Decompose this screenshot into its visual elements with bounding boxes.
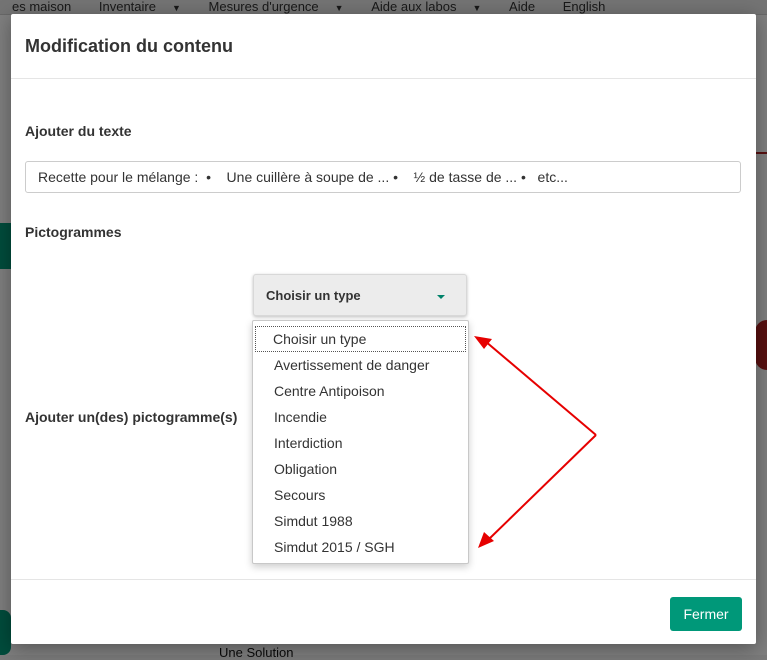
dropdown-option-secours[interactable]: Secours bbox=[255, 482, 466, 508]
pictogram-type-select[interactable]: Choisir un type bbox=[253, 274, 467, 316]
dropdown-option-simdut-2015[interactable]: Simdut 2015 / SGH bbox=[255, 534, 466, 560]
pictogram-type-dropdown: Choisir un type Avertissement de danger … bbox=[252, 320, 469, 564]
dropdown-option-choisir[interactable]: Choisir un type bbox=[255, 326, 466, 352]
close-button[interactable]: Fermer bbox=[670, 597, 742, 631]
pictograms-label: Pictogrammes bbox=[25, 224, 122, 240]
edit-content-modal: Modification du contenu Ajouter du texte… bbox=[11, 14, 756, 644]
modal-header: Modification du contenu bbox=[11, 14, 756, 79]
dropdown-option-obligation[interactable]: Obligation bbox=[255, 456, 466, 482]
chevron-down-icon bbox=[437, 295, 445, 299]
modal-footer: Fermer bbox=[11, 579, 756, 645]
add-pictograms-label: Ajouter un(des) pictogramme(s) bbox=[25, 409, 238, 425]
dropdown-option-avertissement[interactable]: Avertissement de danger bbox=[255, 352, 466, 378]
dropdown-option-interdiction[interactable]: Interdiction bbox=[255, 430, 466, 456]
dropdown-option-antipoison[interactable]: Centre Antipoison bbox=[255, 378, 466, 404]
content-text-input[interactable] bbox=[25, 161, 741, 193]
add-text-label: Ajouter du texte bbox=[25, 123, 132, 139]
modal-title: Modification du contenu bbox=[25, 36, 233, 56]
dropdown-option-simdut-1988[interactable]: Simdut 1988 bbox=[255, 508, 466, 534]
select-current-value: Choisir un type bbox=[266, 288, 361, 303]
dropdown-option-incendie[interactable]: Incendie bbox=[255, 404, 466, 430]
